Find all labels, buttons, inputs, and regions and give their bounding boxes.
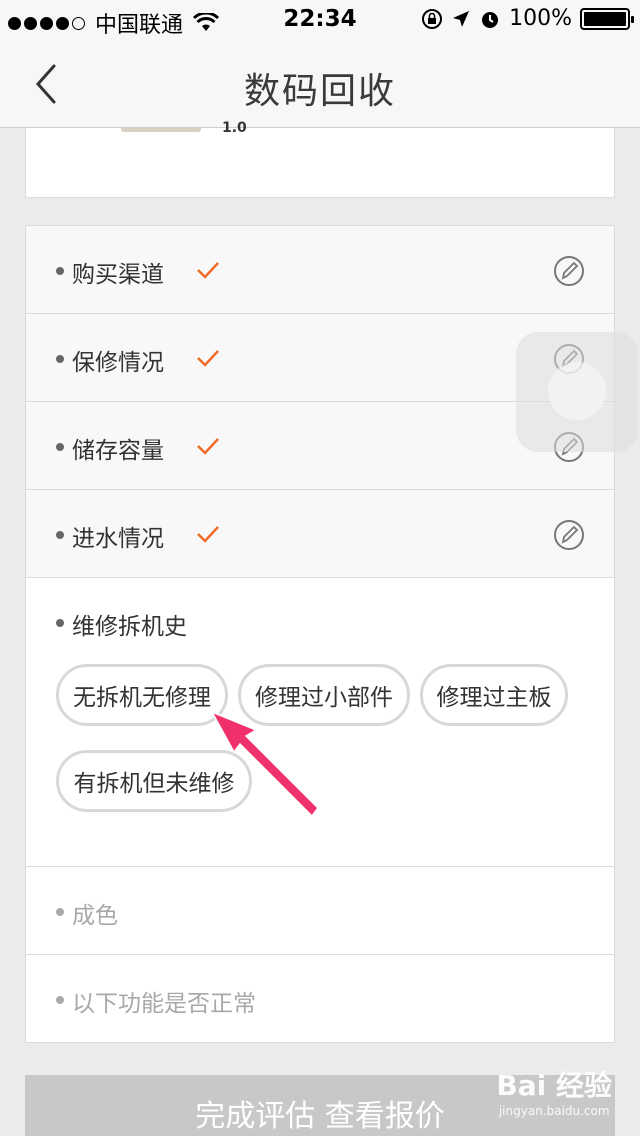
bullet-icon [56,996,64,1004]
bullet-icon [56,443,64,451]
bullet-icon [56,531,64,539]
page-title: 数码回收 [243,71,396,112]
check-icon [197,526,219,543]
watermark-brand: Bai 经验 [496,1069,612,1102]
status-bar: 中国联通 22:34 100% [0,0,640,40]
section-repair-history: 维修拆机史 无拆机无修理 修理过小部件 修理过主板 有拆机但未维修 [26,578,614,867]
section-water-damage[interactable]: 进水情况 [26,490,614,578]
location-icon [453,10,470,27]
edit-icon[interactable] [552,254,586,288]
bullet-icon [56,619,64,627]
battery-percent: 100% [509,6,572,31]
product-image [121,128,201,132]
navigation-bar: 数码回收 [0,40,640,128]
section-label: 成色 [72,903,118,929]
section-condition[interactable]: 成色 [26,867,614,955]
baidu-jingyan-watermark: Bai 经验 jingyan.baidu.com [496,1064,612,1118]
option-minor-parts[interactable]: 修理过小部件 [238,664,410,726]
product-card: 1.0 [25,120,615,198]
alarm-icon [482,11,499,28]
edit-icon[interactable] [552,518,586,552]
orientation-lock-icon [422,8,443,29]
option-opened-not-repaired[interactable]: 有拆机但未维修 [56,750,252,812]
check-icon [197,438,219,455]
bullet-icon [56,908,64,916]
section-label: 购买渠道 [72,262,164,288]
bullet-icon [56,355,64,363]
check-icon [197,350,219,367]
check-icon [197,262,219,279]
section-label: 维修拆机史 [72,614,187,640]
section-purchase-channel[interactable]: 购买渠道 [26,226,614,314]
section-label: 保修情况 [72,350,164,376]
option-motherboard[interactable]: 修理过主板 [420,664,568,726]
section-functions[interactable]: 以下功能是否正常 [26,955,614,1043]
status-right: 100% [421,6,634,31]
section-label: 进水情况 [72,526,164,552]
option-no-disassembly[interactable]: 无拆机无修理 [56,664,228,726]
assistive-touch-button[interactable] [516,332,638,452]
section-label: 以下功能是否正常 [72,991,256,1017]
watermark-url: jingyan.baidu.com [498,1104,610,1118]
bullet-icon [56,267,64,275]
battery-icon [580,7,634,30]
product-text-fragment: 1.0 [222,120,247,136]
assistive-touch-icon [548,362,606,420]
section-label: 储存容量 [72,438,164,464]
